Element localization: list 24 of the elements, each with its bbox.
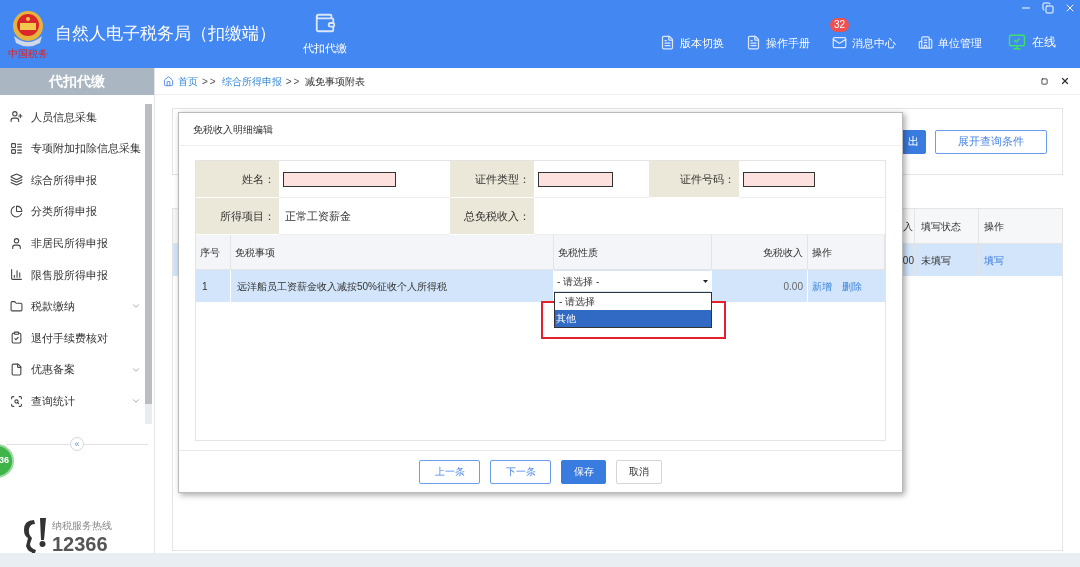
column-header: 免税收入 bbox=[712, 235, 808, 270]
count-badge: 32 bbox=[830, 17, 850, 32]
app-title: 自然人电子税务局（扣缴端） bbox=[55, 23, 277, 46]
breadcrumb-separator: >> bbox=[285, 74, 302, 89]
field-value: 正常工资薪金 bbox=[284, 208, 351, 224]
hotline-number: 12366 bbox=[52, 532, 109, 555]
field-label: 证件类型： bbox=[450, 161, 534, 198]
field-label: 所得项目： bbox=[196, 198, 279, 235]
dialog-title: 免税收入明细编辑 bbox=[179, 113, 902, 146]
field-label: 姓名： bbox=[196, 161, 279, 198]
column-header: 填写状态 bbox=[914, 209, 978, 243]
column-header: 免税事项 bbox=[231, 235, 554, 270]
table-cell: 未填写 bbox=[914, 244, 978, 276]
logo-text: 中国税务 bbox=[7, 48, 48, 59]
table-cell: 1 bbox=[196, 270, 231, 302]
column-header: 操作 bbox=[808, 235, 885, 270]
sidebar-title: 代扣代缴 bbox=[0, 68, 154, 95]
breadcrumb-separator: >> bbox=[202, 74, 218, 89]
column-header: 操作 bbox=[978, 209, 1062, 243]
hotline-label: 纳税服务热线 bbox=[52, 518, 112, 533]
field-label: 总免税收入： bbox=[450, 198, 534, 235]
column-header: 免税性质 bbox=[554, 235, 712, 270]
field-label: 证件号码： bbox=[649, 161, 739, 198]
column-header: 序号 bbox=[196, 235, 231, 270]
